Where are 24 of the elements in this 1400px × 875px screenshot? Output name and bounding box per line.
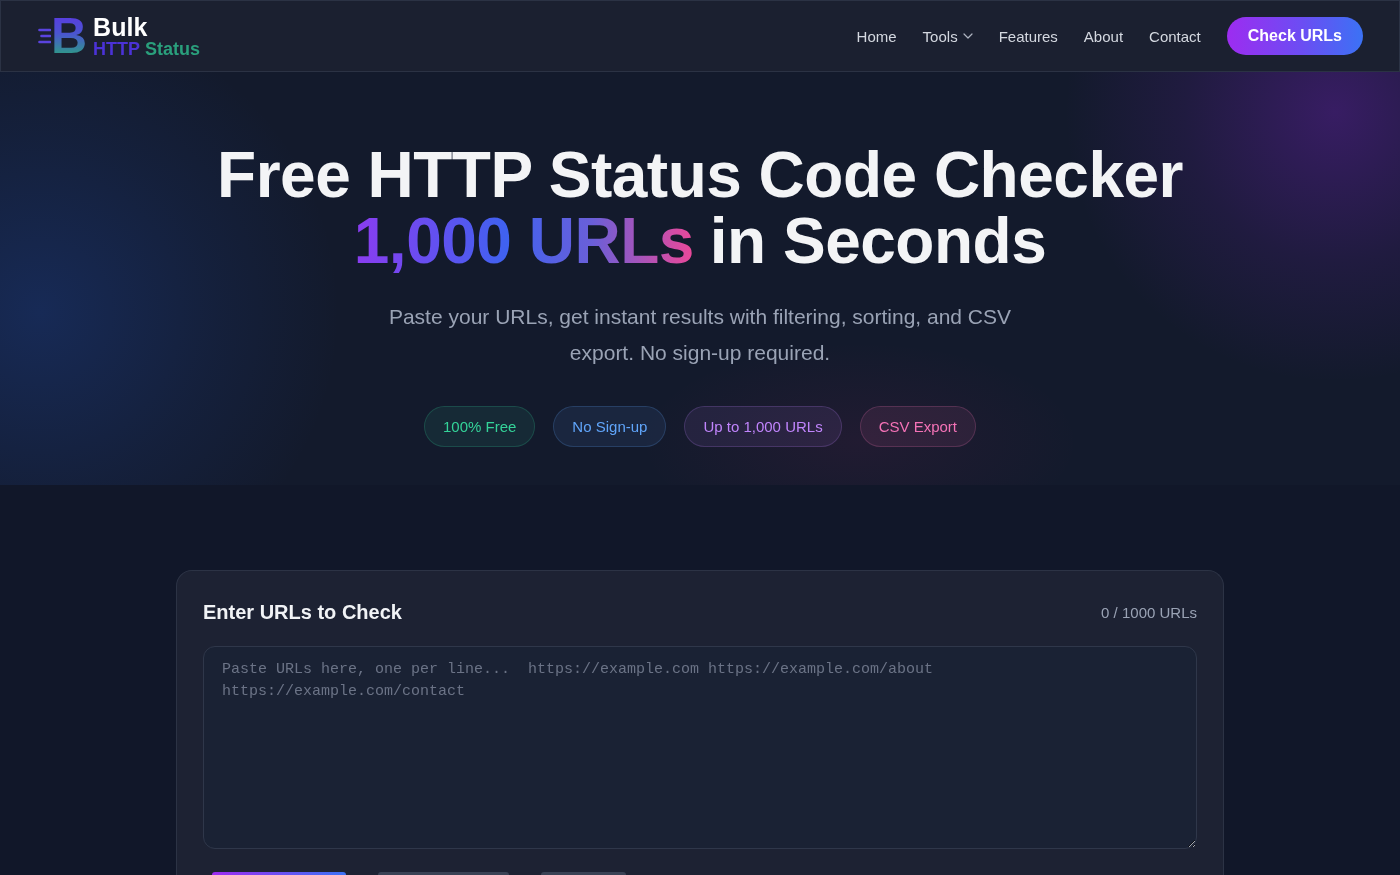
check-urls-button[interactable]: Check URLs bbox=[1226, 17, 1363, 55]
card-title: Enter URLs to Check bbox=[203, 600, 402, 624]
hero-title: Free HTTP Status Code Checker bbox=[217, 142, 1183, 208]
cut-off-button[interactable] bbox=[212, 872, 346, 875]
nav-link[interactable]: About bbox=[1083, 27, 1124, 45]
nav-link[interactable]: Home bbox=[856, 27, 897, 45]
url-counter: 0 / 1000 URLs bbox=[1101, 603, 1197, 621]
hero-subtitle: Paste your URLs, get instant results with filtering, sorting, and CSV export. No sign-up required. bbox=[387, 304, 1013, 366]
nav-link[interactable]: Contact bbox=[1149, 27, 1201, 45]
logo-subtitle: HTTP bbox=[93, 39, 141, 59]
feature-badge: No Sign-up bbox=[553, 406, 667, 447]
logo-title: Bulk bbox=[93, 13, 149, 40]
cut-off-button[interactable] bbox=[541, 872, 626, 875]
feature-badge: 100% Free bbox=[424, 406, 536, 447]
nav-link[interactable]: Features bbox=[998, 27, 1058, 45]
url-input-field[interactable]: Paste URLs here, one per line... https://example.com https://example.com/about https://example.com/contact bbox=[203, 646, 1197, 849]
chevron-down-icon bbox=[962, 33, 973, 39]
feature-badge: CSV Export bbox=[859, 406, 976, 447]
feature-badge: Up to 1,000 URLs bbox=[684, 406, 842, 447]
cut-off-button[interactable] bbox=[378, 872, 509, 875]
speed-lines-icon bbox=[38, 28, 51, 44]
nav-dropdown[interactable]: Tools bbox=[922, 27, 973, 45]
logo-subtitle: Status bbox=[145, 39, 201, 59]
hero-title: in Seconds bbox=[709, 208, 1047, 274]
